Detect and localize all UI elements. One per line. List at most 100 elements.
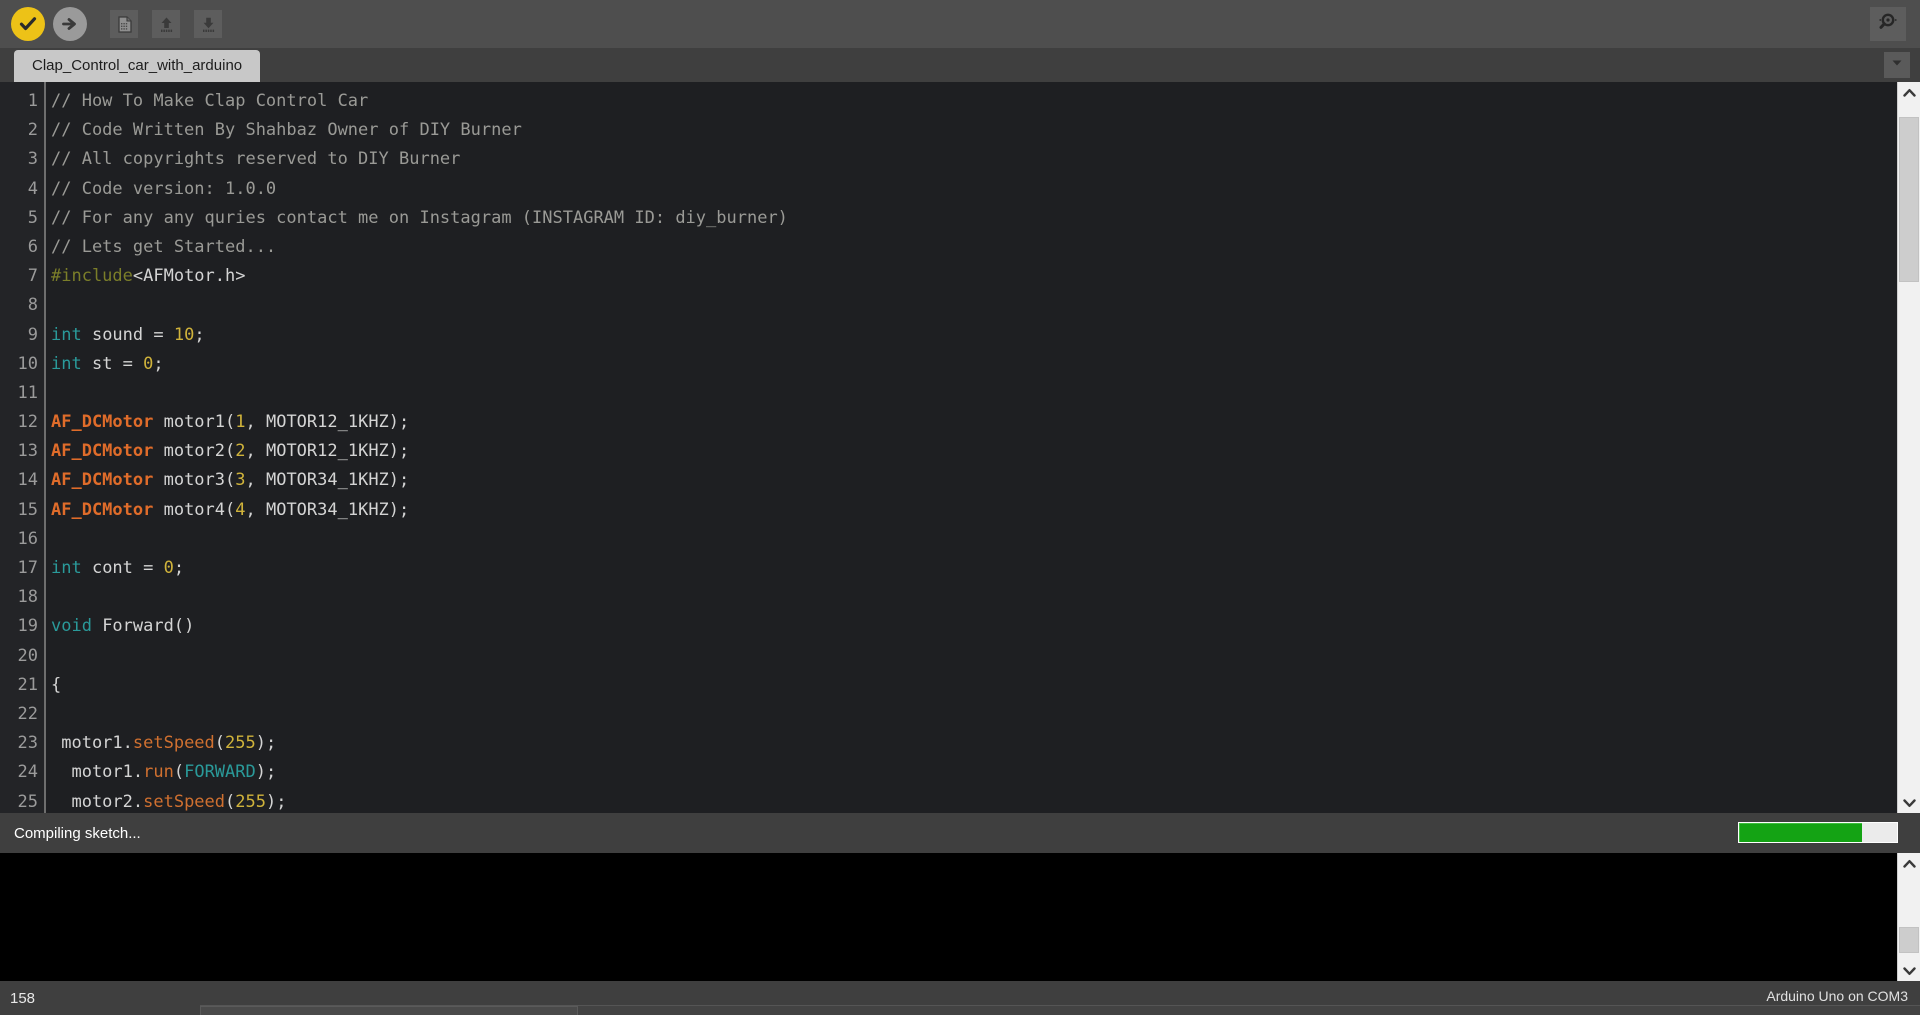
code-token-num: 0 bbox=[163, 558, 174, 578]
serial-monitor-button[interactable] bbox=[1870, 7, 1906, 41]
console-scroll-thumb[interactable] bbox=[1899, 927, 1919, 954]
code-token-type: AF_DCMotor bbox=[51, 470, 154, 491]
verify-button[interactable] bbox=[8, 4, 48, 44]
line-number: 19 bbox=[17, 616, 38, 637]
compile-status-bar: Compiling sketch... bbox=[0, 813, 1920, 853]
code-token-plain: Forward() bbox=[91, 616, 195, 637]
code-token-plain: motor2. bbox=[51, 791, 144, 812]
code-line: { bbox=[51, 671, 1897, 700]
code-line: AF_DCMotor motor4(4, MOTOR34_1KHZ); bbox=[51, 496, 1897, 525]
arrow-right-icon bbox=[53, 7, 87, 41]
code-line: AF_DCMotor motor1(1, MOTOR12_1KHZ); bbox=[51, 408, 1897, 437]
code-token-plain: <AFMotor.h> bbox=[132, 266, 246, 287]
code-token-kw: int bbox=[51, 324, 82, 345]
console-horizontal-scrollbar[interactable] bbox=[0, 1003, 1920, 1015]
chevron-down-icon bbox=[1889, 55, 1905, 76]
code-token-plain: motor2( bbox=[153, 441, 236, 462]
line-number: 14 bbox=[17, 470, 38, 491]
code-token-pre: #include bbox=[51, 266, 133, 287]
code-token-type: AF_DCMotor bbox=[51, 441, 154, 462]
board-port-label: Arduino Uno on COM3 bbox=[1766, 988, 1908, 1004]
code-token-plain: motor1( bbox=[153, 412, 236, 433]
console-scroll-down-arrow-icon[interactable] bbox=[1898, 960, 1920, 981]
code-line: motor2.setSpeed(255); bbox=[51, 788, 1897, 814]
code-line: // Code version: 1.0.0 bbox=[51, 175, 1897, 204]
code-token-comment: // For any any quries contact me on Inst… bbox=[51, 207, 788, 228]
hscroll-thumb[interactable] bbox=[200, 1006, 579, 1015]
bottom-status-bar: 158 Arduino Uno on COM3 bbox=[0, 981, 1920, 1015]
checkmark-icon bbox=[11, 7, 45, 41]
code-token-fn: setSpeed bbox=[143, 791, 226, 812]
new-sketch-button[interactable] bbox=[104, 4, 144, 44]
sketch-tab-active[interactable]: Clap_Control_car_with_arduino bbox=[14, 49, 261, 82]
code-line: motor1.setSpeed(255); bbox=[51, 729, 1897, 758]
hscroll-track[interactable] bbox=[200, 1005, 1920, 1015]
code-line: AF_DCMotor motor2(2, MOTOR12_1KHZ); bbox=[51, 437, 1897, 466]
code-token-num: 4 bbox=[235, 499, 246, 520]
editor-vertical-scrollbar[interactable] bbox=[1897, 82, 1920, 813]
editor-scroll-track[interactable] bbox=[1898, 103, 1920, 792]
line-number: 8 bbox=[27, 295, 38, 316]
code-token-type: AF_DCMotor bbox=[51, 412, 154, 433]
line-number: 18 bbox=[17, 587, 38, 608]
code-token-fn: setSpeed bbox=[132, 733, 215, 754]
code-content[interactable]: // How To Make Clap Control Car // Code W… bbox=[46, 82, 1897, 813]
line-number: 6 bbox=[27, 236, 38, 257]
save-sketch-button[interactable] bbox=[188, 4, 228, 44]
code-token-plain: motor1. bbox=[51, 733, 133, 754]
compile-progress-fill bbox=[1739, 823, 1863, 842]
code-token-plain: ); bbox=[255, 733, 277, 754]
arrow-down-icon bbox=[194, 10, 222, 38]
code-token-plain: ( bbox=[214, 733, 226, 754]
console-vertical-scrollbar[interactable] bbox=[1897, 853, 1920, 981]
editor-scroll-thumb[interactable] bbox=[1899, 116, 1919, 283]
code-token-comment: // Code Written By Shahbaz Owner of DIY … bbox=[51, 120, 522, 141]
code-token-plain: ); bbox=[265, 791, 287, 812]
code-line: int sound = 10; bbox=[51, 321, 1897, 350]
line-number: 1 bbox=[27, 91, 38, 111]
tab-menu-button[interactable] bbox=[1884, 52, 1910, 78]
console-scroll-up-arrow-icon[interactable] bbox=[1898, 853, 1920, 874]
code-token-kw: void bbox=[51, 616, 92, 637]
code-editor-area: 1 2 3 4 5 6 7 8 9 10 11 12 13 14 15 16 17 18 19 20 21 22 23 24 2… bbox=[0, 82, 1920, 813]
sketch-tab-bar: Clap_Control_car_with_arduino bbox=[0, 48, 1920, 82]
code-token-num: 1 bbox=[235, 412, 246, 433]
scroll-down-arrow-icon[interactable] bbox=[1898, 792, 1920, 813]
arrow-up-icon bbox=[152, 10, 180, 38]
line-number: 25 bbox=[17, 791, 38, 812]
main-toolbar bbox=[0, 0, 1920, 48]
arduino-ide-window: Clap_Control_car_with_arduino 1234567891… bbox=[0, 0, 1920, 1015]
code-token-plain: ( bbox=[173, 762, 185, 783]
code-line: // All copyrights reserved to DIY Burner bbox=[51, 145, 1897, 174]
scroll-up-arrow-icon[interactable] bbox=[1898, 82, 1920, 103]
code-token-plain: ; bbox=[194, 324, 205, 345]
line-number: 17 bbox=[17, 558, 38, 578]
line-number: 2 bbox=[27, 120, 38, 141]
code-token-num: 3 bbox=[235, 470, 246, 491]
compile-progress-bar bbox=[1738, 822, 1898, 843]
line-number: 7 bbox=[27, 266, 38, 287]
console-scroll-track[interactable] bbox=[1898, 874, 1920, 960]
code-token-plain: ( bbox=[225, 791, 236, 812]
line-number-gutter: 1 2 3 4 5 6 7 8 9 10 11 12 13 14 15 16 17 18 19 20 21 22 23 24 2… bbox=[0, 82, 46, 813]
new-document-icon bbox=[110, 10, 138, 38]
upload-button[interactable] bbox=[50, 4, 90, 44]
code-editor[interactable]: 1 2 3 4 5 6 7 8 9 10 11 12 13 14 15 16 17 18 19 20 21 22 23 24 2… bbox=[0, 82, 1897, 813]
open-sketch-button[interactable] bbox=[146, 4, 186, 44]
code-token-plain: motor4( bbox=[153, 499, 236, 520]
code-token-plain: , MOTOR34_1KHZ); bbox=[245, 499, 410, 520]
console-output[interactable] bbox=[0, 853, 1897, 981]
console-area bbox=[0, 853, 1920, 981]
code-token-comment: // All copyrights reserved to DIY Burner bbox=[51, 149, 461, 170]
code-token-comment: // How To Make Clap Control Car bbox=[51, 91, 369, 111]
line-number: 22 bbox=[17, 703, 38, 724]
line-number: 15 bbox=[17, 499, 38, 520]
code-token-plain: sound = bbox=[81, 324, 174, 345]
code-token-plain: ); bbox=[255, 762, 277, 783]
line-number: 16 bbox=[17, 528, 38, 549]
line-number: 3 bbox=[27, 149, 38, 170]
code-token-const: FORWARD bbox=[184, 762, 256, 783]
